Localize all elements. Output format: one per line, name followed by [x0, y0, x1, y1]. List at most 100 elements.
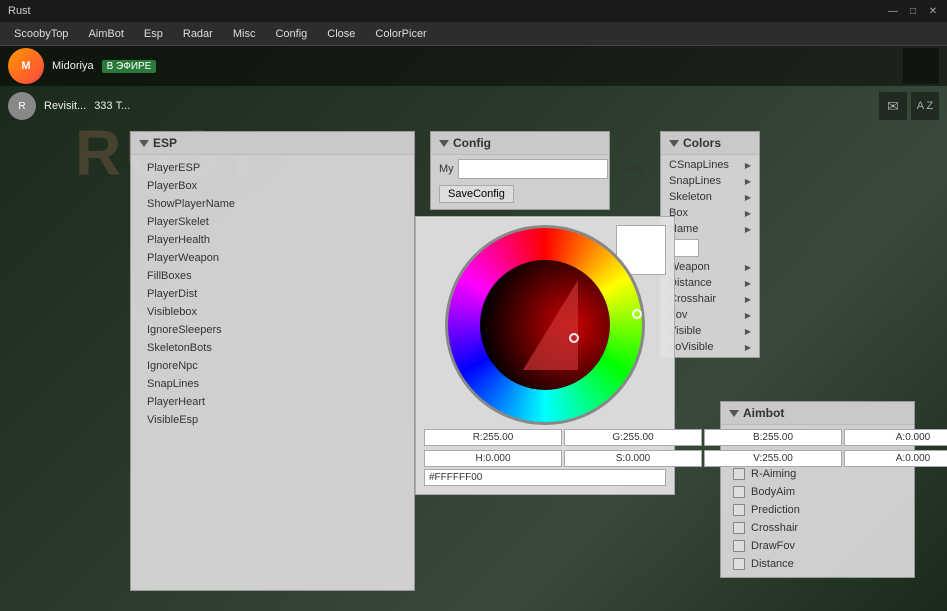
aimbot-collapse-icon[interactable]: [729, 410, 739, 417]
color-s-input[interactable]: [564, 450, 702, 467]
colors-item-weapon[interactable]: Weapon ▶: [661, 259, 759, 275]
aimbot-item-distance[interactable]: Distance: [721, 555, 914, 573]
snaplines-arrow-icon: ▶: [745, 177, 751, 186]
colors-item-name[interactable]: Name ▶: [661, 221, 759, 237]
config-title: Config: [453, 136, 491, 150]
esp-item-fillBoxes[interactable]: FillBoxes: [131, 267, 414, 285]
aimbot-item-raiming[interactable]: R-Aiming: [721, 465, 914, 483]
aimbot-item-drawfov[interactable]: DrawFov: [721, 537, 914, 555]
color-wheel-container[interactable]: [445, 225, 645, 425]
aimbot-item-bodyaim[interactable]: BodyAim: [721, 483, 914, 501]
color-r-input[interactable]: [424, 429, 562, 446]
menu-colorpicer[interactable]: ColorPicer: [365, 26, 436, 42]
esp-item-playerDist[interactable]: PlayerDist: [131, 285, 414, 303]
esp-item-visiblebox[interactable]: Visiblebox: [131, 303, 414, 321]
aimbot-panel: Aimbot Activate silentAim R-Aiming BodyA…: [720, 401, 915, 578]
colors-novisible-label: noVisible: [669, 341, 713, 353]
name-arrow-icon: ▶: [745, 225, 751, 234]
app-title: Rust: [8, 5, 31, 17]
aimbot-crosshair-checkbox[interactable]: [733, 522, 745, 534]
close-button[interactable]: ✕: [927, 5, 939, 17]
esp-item-visibleEsp[interactable]: VisibleEsp: [131, 411, 414, 429]
fov-arrow-icon: ▶: [745, 311, 751, 320]
color-a-input[interactable]: [844, 429, 947, 446]
colors-item-visible[interactable]: Visible ▶: [661, 323, 759, 339]
colors-item-box[interactable]: Box ▶: [661, 205, 759, 221]
esp-item-playerESP[interactable]: PlayerESP: [131, 159, 414, 177]
username-main: Midoriya: [52, 60, 94, 72]
outer-wheel-handle[interactable]: [632, 309, 642, 319]
colors-item-csnaplines[interactable]: CSnapLines ▶: [661, 157, 759, 173]
color-a2-input[interactable]: [844, 450, 947, 467]
color-triangle: [523, 280, 578, 370]
esp-item-playerHealth[interactable]: PlayerHealth: [131, 231, 414, 249]
config-collapse-icon[interactable]: [439, 140, 449, 147]
colors-collapse-icon[interactable]: [669, 140, 679, 147]
color-hsva-row: [424, 450, 666, 467]
esp-item-ignoreNpc[interactable]: IgnoreNpc: [131, 357, 414, 375]
esp-item-playerHeart[interactable]: PlayerHeart: [131, 393, 414, 411]
menu-misc[interactable]: Misc: [223, 26, 266, 42]
colors-snaplines-label: SnapLines: [669, 175, 721, 187]
esp-collapse-icon[interactable]: [139, 140, 149, 147]
colors-title: Colors: [683, 136, 721, 150]
colors-item-fov[interactable]: Fov ▶: [661, 307, 759, 323]
menu-radar[interactable]: Radar: [173, 26, 223, 42]
color-v-input[interactable]: [704, 450, 842, 467]
inner-wheel-handle[interactable]: [569, 333, 579, 343]
prediction-label: Prediction: [751, 504, 800, 516]
esp-item-playerSkelet[interactable]: PlayerSkelet: [131, 213, 414, 231]
save-config-button[interactable]: SaveConfig: [439, 185, 514, 203]
color-g-input[interactable]: [564, 429, 702, 446]
esp-item-ignoreSleepers[interactable]: IgnoreSleepers: [131, 321, 414, 339]
minimize-button[interactable]: —: [887, 5, 899, 17]
colors-item-skeleton[interactable]: Skeleton ▶: [661, 189, 759, 205]
avatar-sub: R: [8, 92, 36, 120]
aimbot-distance-checkbox[interactable]: [733, 558, 745, 570]
config-my-label: My: [439, 163, 454, 175]
esp-item-snapLines[interactable]: SnapLines: [131, 375, 414, 393]
colors-item-snaplines[interactable]: SnapLines ▶: [661, 173, 759, 189]
sub-profile: R Revisit... 333 Т... ✉ A Z: [0, 86, 947, 126]
menu-close[interactable]: Close: [317, 26, 365, 42]
aimbot-header: Aimbot: [721, 402, 914, 425]
sub-status: 333 Т...: [94, 100, 130, 112]
aimbot-item-prediction[interactable]: Prediction: [721, 501, 914, 519]
drawfov-label: DrawFov: [751, 540, 795, 552]
profile-strip: M Midoriya В ЭФИРЕ: [0, 46, 947, 86]
menu-scooby-top[interactable]: ScoobyTop: [4, 26, 78, 42]
raiming-checkbox[interactable]: [733, 468, 745, 480]
avatar-main: M: [8, 48, 44, 84]
config-my-row: My Config: [431, 155, 609, 183]
esp-item-showPlayerName[interactable]: ShowPlayerName: [131, 195, 414, 213]
aimbot-list: Activate silentAim R-Aiming BodyAim Pred…: [721, 425, 914, 577]
distance-arrow-icon: ▶: [745, 279, 751, 288]
config-header: Config: [431, 132, 609, 155]
aimbot-distance-label: Distance: [751, 558, 794, 570]
prediction-checkbox[interactable]: [733, 504, 745, 516]
colors-item-crosshair[interactable]: Crosshair ▶: [661, 291, 759, 307]
color-b-input[interactable]: [704, 429, 842, 446]
color-hex-input[interactable]: [424, 469, 666, 486]
maximize-button[interactable]: □: [907, 5, 919, 17]
esp-item-playerBox[interactable]: PlayerBox: [131, 177, 414, 195]
esp-title: ESP: [153, 136, 177, 150]
menu-esp[interactable]: Esp: [134, 26, 173, 42]
color-h-input[interactable]: [424, 450, 562, 467]
config-name-input[interactable]: [458, 159, 608, 179]
drawfov-checkbox[interactable]: [733, 540, 745, 552]
color-wheel[interactable]: [445, 225, 645, 425]
config-config-label: Config: [612, 163, 644, 175]
esp-item-playerWeapon[interactable]: PlayerWeapon: [131, 249, 414, 267]
sub-right-icons: ✉ A Z: [879, 92, 939, 120]
colors-item-distance[interactable]: Distance ▶: [661, 275, 759, 291]
esp-item-skeletonBots[interactable]: SkeletonBots: [131, 339, 414, 357]
aimbot-item-crosshair[interactable]: Crosshair: [721, 519, 914, 537]
menu-aimbot[interactable]: AimBot: [78, 26, 133, 42]
menu-config[interactable]: Config: [265, 26, 317, 42]
title-bar-controls: — □ ✕: [887, 5, 939, 17]
colors-panel: Colors CSnapLines ▶ SnapLines ▶ Skeleton…: [660, 131, 760, 358]
novisible-arrow-icon: ▶: [745, 343, 751, 352]
colors-item-novisible[interactable]: noVisible ▶: [661, 339, 759, 355]
bodyaim-checkbox[interactable]: [733, 486, 745, 498]
